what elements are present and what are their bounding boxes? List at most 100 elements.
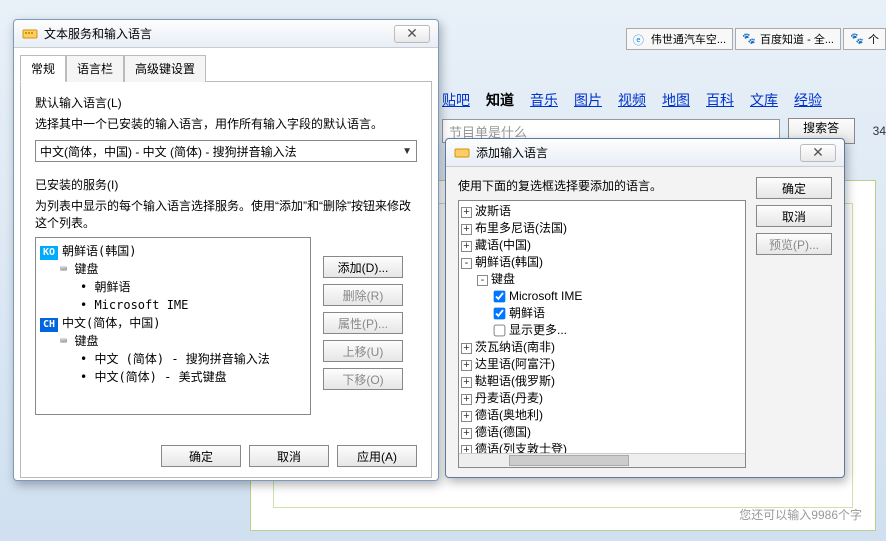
cancel-button[interactable]: 取消 — [756, 205, 832, 227]
tree-node[interactable]: +达里语(阿富汗) — [461, 356, 743, 373]
keyboard-icon: ⌨ — [60, 334, 67, 348]
expand-icon[interactable]: + — [461, 343, 472, 354]
tree-checkbox-item[interactable]: Microsoft IME — [461, 288, 743, 305]
tree-label: 藏语(中国) — [475, 238, 531, 252]
tree-label: 茨瓦纳语(南非) — [475, 340, 555, 354]
tree-checkbox-item[interactable]: 显示更多... — [461, 322, 743, 339]
right-buttons: 确定 取消 预览(P)... — [756, 177, 832, 468]
keyboard-icon — [22, 26, 38, 42]
expand-icon[interactable]: + — [461, 411, 472, 422]
expand-icon[interactable]: + — [461, 207, 472, 218]
add-input-language-dialog: 添加输入语言 ✕ 使用下面的复选框选择要添加的语言。 +波斯语+布里多尼语(法国… — [445, 138, 845, 478]
nav-video[interactable]: 视频 — [618, 90, 646, 110]
browser-tab[interactable]: 🐾 个 — [843, 28, 886, 50]
tree-keyboard-label: 键盘 — [74, 334, 98, 348]
dialog-title: 添加输入语言 — [476, 144, 800, 161]
instruction-text: 使用下面的复选框选择要添加的语言。 — [458, 177, 746, 194]
collapse-icon[interactable]: - — [461, 258, 472, 269]
browser-tab[interactable]: ⓔ 伟世通汽车空... — [626, 28, 733, 50]
close-icon[interactable]: ✕ — [800, 144, 836, 162]
installed-label: 已安装的服务(I) — [35, 176, 417, 193]
tree-label: 显示更多... — [509, 323, 567, 337]
tree-label: 波斯语 — [475, 204, 511, 218]
titlebar[interactable]: 文本服务和输入语言 ✕ — [14, 20, 438, 48]
browser-tabstrip: ⓔ 伟世通汽车空... 🐾 百度知道 - 全... 🐾 个 — [626, 28, 886, 50]
text-services-dialog: 文本服务和输入语言 ✕ 常规 语言栏 高级键设置 默认输入语言(L) 选择其中一… — [13, 19, 439, 481]
tree-label: 丹麦语(丹麦) — [475, 391, 543, 405]
nav-tieba[interactable]: 贴吧 — [442, 90, 470, 110]
tree-item[interactable]: 朝鲜语 — [94, 280, 130, 294]
expand-icon[interactable]: + — [461, 394, 472, 405]
scrollbar-thumb[interactable] — [509, 455, 629, 466]
expand-icon[interactable]: + — [461, 224, 472, 235]
ie-icon: ⓔ — [633, 32, 647, 46]
tree-node[interactable]: +德语(奥地利) — [461, 407, 743, 424]
expand-icon[interactable]: + — [461, 377, 472, 388]
close-icon[interactable]: ✕ — [394, 25, 430, 43]
paw-icon: 🐾 — [742, 32, 756, 46]
tree-label: 德语(德国) — [475, 425, 531, 439]
properties-button[interactable]: 属性(P)... — [323, 312, 403, 334]
tab-langbar[interactable]: 语言栏 — [66, 55, 124, 82]
nav-music[interactable]: 音乐 — [530, 90, 558, 110]
tree-item[interactable]: 中文(简体) - 美式键盘 — [94, 370, 226, 384]
tree-lang-cn[interactable]: 中文(简体，中国) — [62, 316, 160, 330]
expand-icon[interactable]: + — [461, 360, 472, 371]
nav-zhidao[interactable]: 知道 — [486, 90, 514, 110]
tree-node[interactable]: +鞑靼语(俄罗斯) — [461, 373, 743, 390]
nav-wenku[interactable]: 文库 — [750, 90, 778, 110]
nav-jingyan[interactable]: 经验 — [794, 90, 822, 110]
tab-general[interactable]: 常规 — [20, 55, 66, 82]
tree-node[interactable]: +德语(德国) — [461, 424, 743, 441]
tree-item[interactable]: 中文 (简体) - 搜狗拼音输入法 — [94, 352, 269, 366]
horizontal-scrollbar[interactable] — [459, 453, 745, 467]
tree-label: 朝鲜语 — [509, 306, 545, 320]
paw-icon: 🐾 — [850, 32, 864, 46]
movedown-button[interactable]: 下移(O) — [323, 368, 403, 390]
tree-label: 鞑靼语(俄罗斯) — [475, 374, 555, 388]
expand-icon[interactable]: + — [461, 428, 472, 439]
tree-node[interactable]: +藏语(中国) — [461, 237, 743, 254]
right-number: 34 — [873, 124, 886, 138]
nav-baike[interactable]: 百科 — [706, 90, 734, 110]
nav-map[interactable]: 地图 — [662, 90, 690, 110]
tree-checkbox[interactable] — [494, 325, 506, 337]
tree-checkbox-item[interactable]: 朝鲜语 — [461, 305, 743, 322]
tree-label: 布里多尼语(法国) — [475, 221, 567, 235]
lang-badge-cn: CH — [40, 318, 58, 332]
tree-node[interactable]: +茨瓦纳语(南非) — [461, 339, 743, 356]
tab-label: 百度知道 - 全... — [760, 31, 834, 47]
nav-image[interactable]: 图片 — [574, 90, 602, 110]
tree-checkbox[interactable] — [494, 308, 506, 320]
remove-button[interactable]: 删除(R) — [323, 284, 403, 306]
language-treeview[interactable]: +波斯语+布里多尼语(法国)+藏语(中国)-朝鲜语(韩国)-键盘Microsof… — [458, 200, 746, 468]
default-lang-combo[interactable]: 中文(简体，中国) - 中文 (简体) - 搜狗拼音输入法 ▼ — [35, 140, 417, 162]
cancel-button[interactable]: 取消 — [249, 445, 329, 467]
tree-checkbox[interactable] — [494, 291, 506, 303]
ok-button[interactable]: 确定 — [756, 177, 832, 199]
expand-icon[interactable]: + — [461, 241, 472, 252]
ok-button[interactable]: 确定 — [161, 445, 241, 467]
tree-node[interactable]: -朝鲜语(韩国) — [461, 254, 743, 271]
tree-label: 朝鲜语(韩国) — [475, 255, 543, 269]
tree-node[interactable]: +波斯语 — [461, 203, 743, 220]
tabstrip: 常规 语言栏 高级键设置 — [20, 54, 432, 82]
tree-lang-ko[interactable]: 朝鲜语(韩国) — [62, 244, 136, 258]
apply-button[interactable]: 应用(A) — [337, 445, 417, 467]
moveup-button[interactable]: 上移(U) — [323, 340, 403, 362]
tree-node[interactable]: +丹麦语(丹麦) — [461, 390, 743, 407]
tree-item[interactable]: Microsoft IME — [94, 298, 188, 312]
collapse-icon[interactable]: - — [477, 275, 488, 286]
tab-advanced[interactable]: 高级键设置 — [124, 55, 206, 82]
browser-tab[interactable]: 🐾 百度知道 - 全... — [735, 28, 841, 50]
side-buttons: 添加(D)... 删除(R) 属性(P)... 上移(U) 下移(O) — [323, 256, 403, 390]
tree-node[interactable]: +布里多尼语(法国) — [461, 220, 743, 237]
tab-label: 伟世通汽车空... — [651, 31, 726, 47]
add-button[interactable]: 添加(D)... — [323, 256, 403, 278]
tree-keyboard-label: 键盘 — [74, 262, 98, 276]
tree-label: 达里语(阿富汗) — [475, 357, 555, 371]
tree-node[interactable]: -键盘 — [461, 271, 743, 288]
preview-button[interactable]: 预览(P)... — [756, 233, 832, 255]
titlebar[interactable]: 添加输入语言 ✕ — [446, 139, 844, 167]
installed-services-tree[interactable]: KO朝鲜语(韩国) ⌨ 键盘 • 朝鲜语 • Microsoft IME CH中… — [35, 237, 311, 415]
